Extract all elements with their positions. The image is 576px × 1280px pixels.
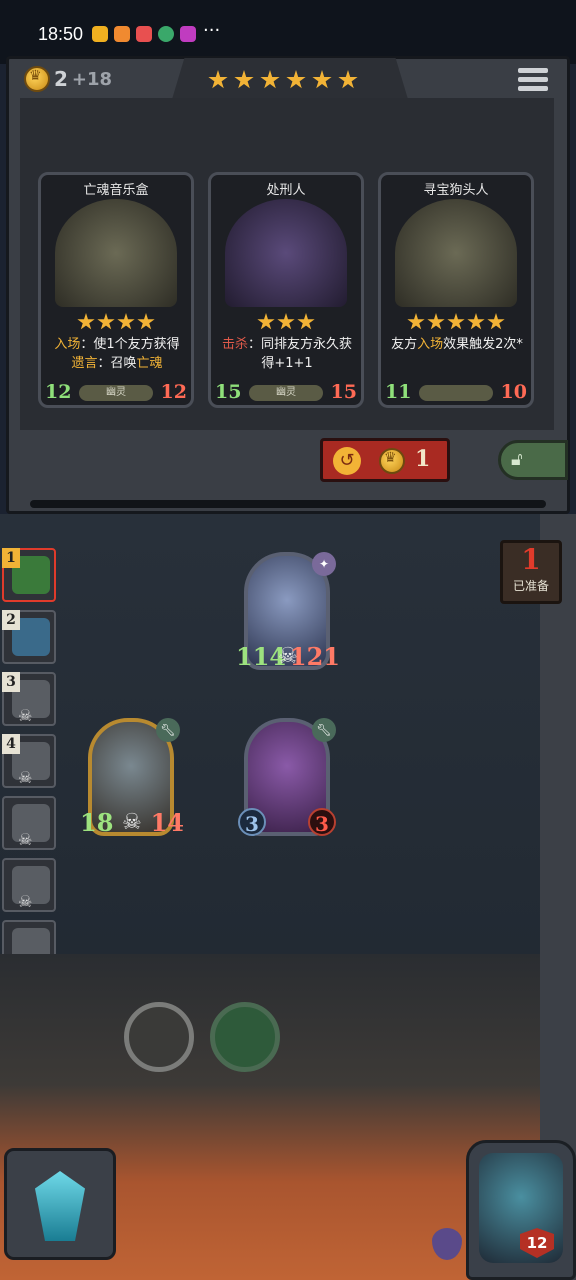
card-health: 10 [500, 381, 527, 403]
star-icon [286, 70, 306, 89]
roster-item[interactable]: 4 ☠ [2, 734, 56, 788]
status-bar: 18:50 ··· [0, 0, 576, 64]
star-icon [137, 313, 155, 330]
hero-portrait[interactable] [466, 1140, 576, 1280]
status-app-icons [92, 26, 196, 42]
star-icon [77, 313, 95, 330]
star-icon [260, 70, 280, 89]
refresh-icon: ↺ [333, 447, 361, 475]
skull-icon: ☠ [18, 768, 33, 787]
crystal-icon [35, 1171, 85, 1241]
card-tribe: 幽灵 [79, 385, 153, 401]
skull-icon: ☠ [18, 892, 33, 911]
card-text: 入场：使1个友方获得遗言：召唤亡魂 [54, 337, 180, 371]
shop-scrollbar[interactable] [30, 500, 546, 508]
roster-rank: 1 [2, 548, 20, 568]
gold-value: 2 [54, 67, 68, 91]
gold-income: +18 [71, 68, 113, 90]
board-slot[interactable] [124, 1002, 194, 1072]
card-name: 寻宝狗头人 [423, 183, 489, 198]
video-icon [180, 26, 196, 42]
gold-coin-icon [24, 66, 50, 92]
roster-rank: 3 [2, 672, 20, 692]
shop-card[interactable]: 寻宝狗头人 友方入场效果触发2次* 11 10 [378, 172, 534, 408]
music-box-art [55, 199, 177, 307]
executioner-art [225, 199, 347, 307]
board-minion-wizard[interactable]: ✦ 114 ☠ 121 [236, 552, 340, 671]
star-icon [208, 70, 228, 89]
star-icon [467, 313, 485, 330]
refresh-button[interactable]: ↺ 1 [320, 438, 450, 482]
star-icon [338, 70, 358, 89]
minion-health: 3 [308, 808, 336, 836]
card-text: 击杀：同排友方永久获得+1+1 [221, 337, 353, 371]
shop-card[interactable]: 处刑人 击杀：同排友方永久获得+1+1 15 幽灵 15 [208, 172, 364, 408]
board-minion-rocket[interactable]: 🔧︎ 3 3 [238, 718, 336, 836]
signal-battery-icon [476, 27, 536, 41]
card-stars [41, 313, 191, 331]
music-icon [136, 26, 152, 42]
globe-icon [158, 26, 174, 42]
gold-coin-icon [379, 448, 405, 474]
board-minion-robot[interactable]: 🔧︎ 18 ☠ 14 [80, 718, 184, 837]
roster-rank: 2 [2, 610, 20, 630]
more-icon: ··· [203, 20, 221, 41]
minion-attack: 3 [238, 808, 266, 836]
star-icon [277, 313, 295, 330]
star-icon [117, 313, 135, 330]
card-name: 处刑人 [266, 183, 306, 198]
hero-power-panel[interactable] [4, 1148, 116, 1260]
skull-icon: ☠ [18, 706, 33, 725]
card-stars [211, 313, 361, 331]
wrench-icon: 🔧︎ [312, 718, 336, 742]
card-health: 15 [330, 381, 357, 403]
lock-icon: 🔓︎ [511, 449, 523, 470]
app-icon [92, 26, 108, 42]
star-icon [407, 313, 425, 330]
card-name: 亡魂音乐盒 [83, 183, 149, 198]
card-stars [381, 313, 531, 331]
wrench-icon: 🔧︎ [156, 718, 180, 742]
effect-badge-icon: ✦ [312, 552, 336, 576]
app-icon [114, 26, 130, 42]
skull-icon: ☠ [122, 810, 142, 835]
minion-health: 14 [150, 808, 184, 837]
roster-item[interactable]: ☠ [2, 796, 56, 850]
card-attack: 11 [385, 381, 412, 403]
status-time: 18:50 [38, 24, 84, 44]
star-icon [297, 313, 315, 330]
card-text: 友方入场效果触发2次* [391, 337, 523, 352]
roster-item[interactable]: 1 [2, 548, 56, 602]
minion-health: 121 [289, 642, 340, 671]
ready-indicator: 1 已准备 [500, 540, 562, 604]
star-icon [97, 313, 115, 330]
gold-display: 2 +18 [24, 66, 112, 92]
star-icon [257, 313, 275, 330]
freeze-button[interactable]: 🔓︎ [498, 440, 568, 480]
kobold-art [395, 199, 517, 307]
ready-count: 1 [521, 543, 541, 576]
star-icon [312, 70, 332, 89]
star-icon [234, 70, 254, 89]
menu-button[interactable] [518, 68, 548, 94]
card-health: 12 [160, 381, 187, 403]
card-attack: 12 [45, 381, 72, 403]
skull-icon: ☠ [18, 830, 33, 849]
board-slot[interactable] [210, 1002, 280, 1072]
refresh-cost: 1 [415, 446, 431, 472]
star-icon [487, 313, 505, 330]
card-attack: 15 [215, 381, 242, 403]
card-tribe: 幽灵 [249, 385, 323, 401]
minion-attack: 18 [80, 808, 114, 837]
shop-card[interactable]: 亡魂音乐盒 入场：使1个友方获得遗言：召唤亡魂 12 幽灵 12 [38, 172, 194, 408]
tavern-stars [208, 70, 358, 90]
roster-rank: 4 [2, 734, 20, 754]
roster-item[interactable]: 2 [2, 610, 56, 664]
roster-item[interactable]: 3 ☠ [2, 672, 56, 726]
star-icon [447, 313, 465, 330]
ready-label: 已准备 [512, 579, 549, 593]
star-icon [427, 313, 445, 330]
roster-item[interactable]: ☠ [2, 858, 56, 912]
card-tribe [419, 385, 493, 401]
